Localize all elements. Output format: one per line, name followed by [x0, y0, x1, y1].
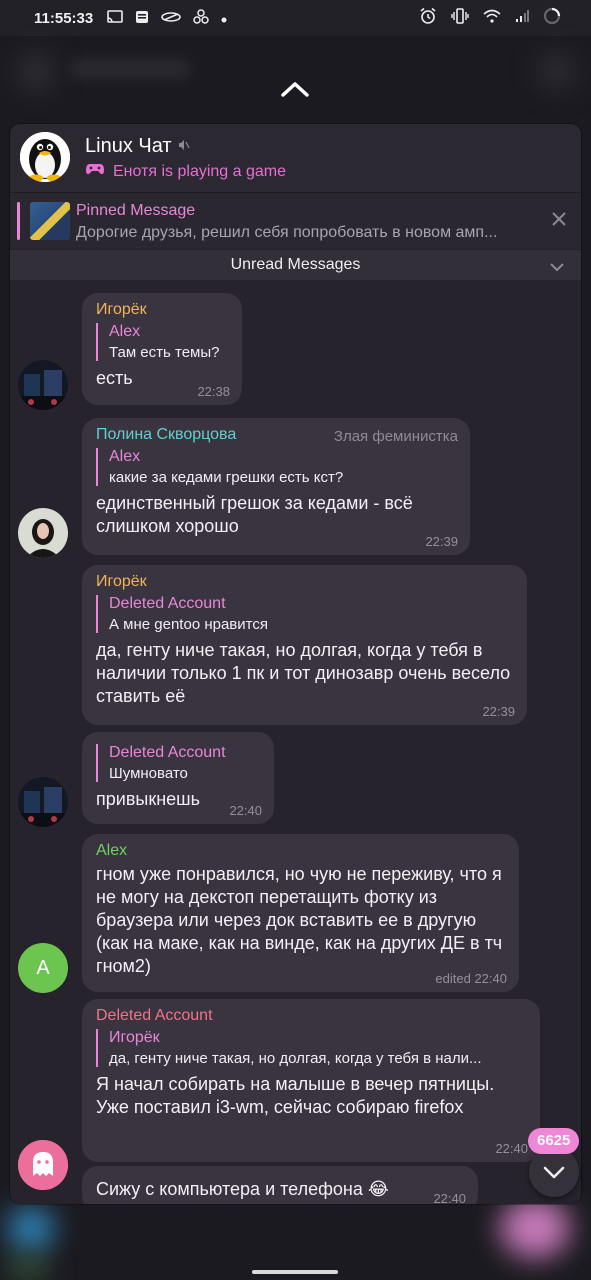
chat-header[interactable]: Linux Чат Енотя is playing a game: [10, 124, 581, 192]
collapse-chevron-icon[interactable]: [280, 78, 310, 100]
message-time: 22:40: [495, 1141, 528, 1156]
swoosh-icon: [161, 11, 182, 25]
reply-quote[interactable]: Deleted Account А мне gentoo нравится: [96, 595, 513, 633]
reply-quote[interactable]: Deleted Account Шумновато: [96, 744, 260, 782]
message-bubble[interactable]: Deleted Account Игорёк да, генту ниче та…: [82, 999, 540, 1162]
chat-title: Linux Чат: [85, 135, 190, 158]
wifi-icon: [483, 9, 501, 27]
reply-author: Alex: [109, 448, 141, 465]
message-text: Сижу с компьютера и телефона 😂: [96, 1179, 389, 1199]
vibrate-icon: [451, 8, 469, 28]
chat-title-text: Linux Чат: [85, 135, 172, 157]
avatar-igorek[interactable]: [18, 360, 68, 410]
news-icon: [135, 10, 149, 26]
chat-preview-card[interactable]: Linux Чат Енотя is playing a game Pinned…: [10, 124, 581, 1204]
reply-quote[interactable]: Игорёк да, генту ниче такая, но долгая, …: [96, 1029, 526, 1067]
ghost-icon: [18, 1140, 68, 1190]
signal-icon: [515, 9, 529, 27]
avatar-deleted-account[interactable]: [18, 1140, 68, 1190]
reply-text: да, генту ниче такая, но долгая, когда у…: [109, 1050, 482, 1067]
reply-text: какие за кедами грешки есть кст?: [109, 469, 344, 486]
message-text: да, генту ниче такая, но долгая, когда у…: [96, 640, 511, 706]
message-text: Я начал собирать на малыше в вечер пятни…: [96, 1074, 495, 1117]
chat-avatar[interactable]: [20, 132, 70, 182]
fan-icon: [193, 9, 209, 27]
loading-icon: [543, 7, 561, 29]
pinned-accent-bar: [17, 202, 20, 240]
gamepad-icon: [85, 162, 105, 181]
message-time: edited 22:40: [435, 971, 507, 986]
close-icon: [552, 212, 566, 226]
avatar-letter: A: [36, 956, 50, 979]
clock: 11:55:33: [34, 9, 94, 27]
message-text: единственный грешок за кедами - всё слиш…: [96, 493, 413, 536]
avatar-alex[interactable]: A: [18, 943, 68, 993]
reply-author: Игорёк: [109, 1029, 160, 1046]
message-sender[interactable]: Игорёк: [96, 301, 228, 319]
mute-icon: [178, 139, 190, 154]
message-bubble[interactable]: Сижу с компьютера и телефона 😂 22:40: [82, 1166, 478, 1204]
avatar-polina[interactable]: [18, 508, 68, 558]
chat-status-text: Енотя is playing a game: [113, 162, 287, 180]
message-time: 22:40: [229, 803, 262, 818]
chevron-down-icon[interactable]: [549, 256, 565, 272]
message-time: 22:39: [482, 704, 515, 719]
status-bar: 11:55:33: [0, 0, 591, 36]
avatar-igorek[interactable]: [18, 777, 68, 827]
reply-text: Шумновато: [109, 765, 188, 782]
pinned-text: Дорогие друзья, решил себя попробовать в…: [76, 224, 498, 241]
reply-author: Alex: [109, 323, 141, 340]
close-pinned-button[interactable]: [551, 209, 567, 231]
cast-icon: [107, 10, 124, 26]
message-bubble[interactable]: Игорёк Alex Там есть темы? есть 22:38: [82, 293, 242, 405]
reply-author: Deleted Account: [109, 744, 226, 761]
message-text: гном уже понравился, но чую не переживу,…: [96, 864, 503, 976]
message-bubble[interactable]: Alex гном уже понравился, но чую не пере…: [82, 834, 519, 992]
scroll-down-button[interactable]: [529, 1147, 579, 1197]
message-sender[interactable]: Deleted Account: [96, 1007, 526, 1025]
message-sender[interactable]: Игорёк: [96, 573, 513, 591]
unread-count-badge: 6625: [528, 1128, 580, 1154]
pinned-message-bar[interactable]: Pinned Message Дорогие друзья, решил себ…: [10, 192, 581, 249]
message-sender[interactable]: Alex: [96, 842, 505, 860]
chevron-down-icon: [543, 1166, 565, 1179]
dot-icon: [221, 11, 227, 25]
reply-text: А мне gentoo нравится: [109, 616, 268, 633]
message-time: 22:39: [425, 534, 458, 549]
unread-label: Unread Messages: [230, 256, 361, 273]
pinned-label: Pinned Message: [76, 202, 196, 219]
chat-status: Енотя is playing a game: [85, 162, 286, 181]
pinned-thumbnail: [30, 202, 70, 240]
alarm-icon: [419, 7, 437, 29]
message-time: 22:38: [197, 384, 230, 399]
message-bubble[interactable]: Deleted Account Шумновато привыкнешь 22:…: [82, 732, 274, 824]
reply-quote[interactable]: Alex какие за кедами грешки есть кст?: [96, 448, 456, 486]
message-bubble[interactable]: Полина Скворцова Злая феминистка Alex ка…: [82, 418, 470, 555]
member-title: Злая феминистка: [333, 428, 458, 445]
message-time: 22:40: [433, 1191, 466, 1204]
unread-messages-divider[interactable]: Unread Messages: [10, 250, 581, 280]
reply-quote[interactable]: Alex Там есть темы?: [96, 323, 228, 361]
reply-text: Там есть темы?: [109, 344, 220, 361]
message-bubble[interactable]: Игорёк Deleted Account А мне gentoo нрав…: [82, 565, 527, 725]
home-indicator[interactable]: [252, 1270, 338, 1274]
tux-icon: [20, 132, 70, 182]
reply-author: Deleted Account: [109, 595, 226, 612]
